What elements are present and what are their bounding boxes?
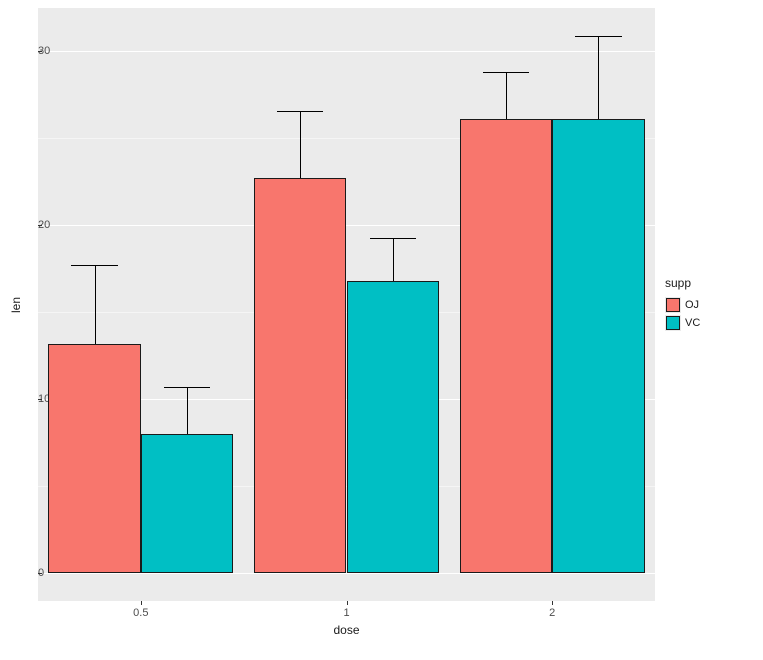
errorbar-cap [483,72,529,73]
legend-title: supp [665,276,700,290]
x-tick-mark [141,601,142,605]
x-tick-mark [552,601,553,605]
x-tick-mark [347,601,348,605]
x-tick-label: 0.5 [133,607,148,619]
bar-OJ-2 [460,119,553,573]
legend-key [665,297,681,313]
axis-label-x: dose [333,623,359,637]
legend-item-OJ: OJ [665,296,700,314]
legend-swatch [666,316,680,330]
axis-label-y: len [9,296,23,312]
legend-item-VC: VC [665,314,700,332]
legend-key [665,315,681,331]
bar-VC-0.5 [141,434,234,573]
legend-label: OJ [685,299,699,311]
errorbar-cap [164,387,210,388]
y-tick-mark [38,225,42,226]
bar-OJ-1 [254,178,347,573]
bar-VC-2 [552,119,645,573]
errorbar [95,265,96,343]
bar-OJ-0.5 [48,344,141,574]
errorbar [393,238,394,281]
errorbar-cap [575,36,621,37]
errorbar [187,387,188,434]
errorbar-cap [71,265,117,266]
errorbar [598,36,599,119]
legend: supp OJ VC [665,276,700,332]
grid-line-y [38,51,655,52]
legend-swatch [666,298,680,312]
x-tick-label: 2 [549,607,555,619]
errorbar-cap [277,111,323,112]
legend-label: VC [685,317,700,329]
x-tick-label: 1 [343,607,349,619]
chart-root: len dose supp OJVC 01020300.512 [0,0,763,660]
errorbar [300,111,301,179]
y-tick-mark [38,51,42,52]
y-tick-mark [38,399,42,400]
errorbar-cap [370,238,416,239]
bar-VC-1 [347,281,440,573]
y-tick-mark [38,573,42,574]
grid-line-y [38,573,655,574]
errorbar [506,72,507,119]
